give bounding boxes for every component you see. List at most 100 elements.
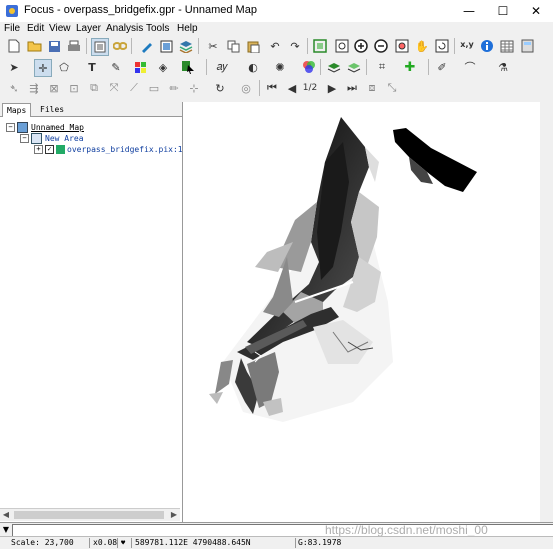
first-frame-icon[interactable]: ⏮ [264, 80, 280, 96]
edit-layer-icon[interactable] [138, 38, 154, 54]
link-icon[interactable] [112, 38, 128, 54]
map-properties-icon[interactable] [91, 38, 109, 56]
menu-analysis[interactable]: Analysis [106, 22, 143, 35]
vertex-move-icon[interactable]: ⇶ [26, 80, 42, 96]
curve-icon[interactable]: ⌒ [462, 59, 478, 75]
split-icon[interactable]: ⊠ [46, 80, 62, 96]
line-edit-icon[interactable]: ✐ [434, 59, 450, 75]
info-icon[interactable] [479, 38, 495, 54]
panel-hscrollbar[interactable]: ◀ ▶ [0, 508, 180, 521]
layer-stack-icon[interactable] [326, 59, 342, 75]
cut-icon[interactable]: ✂ [205, 38, 221, 54]
line-shape-icon[interactable]: ⟋ [126, 80, 142, 96]
select-arrow-icon[interactable]: ➤ [6, 59, 22, 75]
style-brush-icon[interactable]: ✎ [108, 59, 124, 75]
collapse-icon[interactable]: − [20, 134, 29, 143]
map-view[interactable] [183, 102, 540, 522]
toolbar-main: ✂ ↶ ↷ ✋ x,y [0, 36, 553, 56]
collapse-icon[interactable]: − [6, 123, 15, 132]
rotate-view-icon[interactable]: ↻ [212, 80, 228, 96]
scroll-right-icon[interactable]: ▶ [168, 509, 180, 521]
vector-edit-icon[interactable]: ⌗ [374, 59, 390, 75]
new-file-icon[interactable] [6, 38, 22, 54]
scroll-thumb[interactable] [14, 511, 164, 519]
area-icon [31, 133, 42, 144]
erase-shape-icon[interactable]: ▭ [146, 80, 162, 96]
print-icon[interactable] [66, 38, 82, 54]
zoom-out-icon[interactable] [373, 38, 389, 54]
polygon-icon[interactable]: ⬠ [56, 59, 72, 75]
rotate-shape-icon[interactable]: ⤧ [106, 80, 122, 96]
undo-icon[interactable]: ↶ [267, 38, 283, 54]
last-frame-icon[interactable]: ⏭ [344, 80, 360, 96]
zoom-in-icon[interactable] [353, 38, 369, 54]
tab-maps[interactable]: Maps [2, 103, 32, 117]
chevron-down-icon[interactable]: ▼ [0, 523, 12, 537]
copy-icon[interactable] [225, 38, 241, 54]
menu-view[interactable]: View [49, 22, 71, 35]
zoom-readout: x0.08 [90, 538, 118, 548]
scale-value: 23,700 [44, 538, 74, 547]
toolbar-vector: ➴ ⇶ ⊠ ⊡ ⧉ ⤧ ⟋ ▭ ✏ ⊹ ↻ ◎ ⏮ ◀ 1/2 ▶ ⏭ ⧈ ⤡ [0, 78, 553, 98]
fill-bucket-icon[interactable]: ◈ [155, 59, 171, 75]
maximize-button[interactable]: ☐ [486, 0, 520, 22]
rgb-icon[interactable] [301, 59, 317, 75]
title-bar: Focus - overpass_bridgefix.gpr - Unnamed… [0, 0, 553, 23]
tree-layer-label: overpass_bridgefix.pix:1. N [67, 145, 198, 154]
zoom-window-icon[interactable] [394, 38, 410, 54]
zoom-box-icon[interactable] [334, 38, 350, 54]
merge-icon[interactable]: ⊡ [66, 80, 82, 96]
menu-edit[interactable]: Edit [27, 22, 44, 35]
next-frame-icon[interactable]: ▶ [324, 80, 340, 96]
layers-icon[interactable] [178, 38, 194, 54]
tree-area[interactable]: − New Area [20, 133, 84, 144]
paste-icon[interactable] [245, 38, 261, 54]
layer-checkbox[interactable]: ✓ [45, 145, 54, 154]
expand-icon[interactable]: + [34, 145, 43, 154]
refresh-map-icon[interactable] [434, 38, 450, 54]
table-icon[interactable] [499, 38, 515, 54]
pencil-shape-icon[interactable]: ✏ [166, 80, 182, 96]
tree-root-label: Unnamed Map [31, 123, 84, 132]
menu-file[interactable]: File [4, 22, 20, 35]
add-point-icon[interactable]: ✚ [402, 59, 418, 75]
cross-pan-icon[interactable]: ✛ [34, 59, 52, 77]
prev-frame-icon[interactable]: ◀ [284, 80, 300, 96]
flicker-icon[interactable]: ⧈ [364, 80, 380, 96]
enhance-icon[interactable]: ✺ [272, 59, 288, 75]
histogram-icon[interactable]: 𝑎𝑦 [214, 59, 230, 75]
tab-files[interactable]: Files [36, 103, 68, 116]
contrast-icon[interactable]: ◐ [245, 59, 261, 75]
menu-tools[interactable]: Tools [146, 22, 169, 35]
vertex-select-icon[interactable]: ➴ [6, 80, 22, 96]
snap-icon[interactable]: ⊹ [186, 80, 202, 96]
layer-stack-green-icon[interactable] [346, 59, 362, 75]
cd-icon[interactable]: ◎ [238, 80, 254, 96]
palette-icon[interactable] [132, 59, 148, 75]
menu-help[interactable]: Help [177, 22, 198, 35]
half-speed-button[interactable]: 1/2 [302, 80, 318, 96]
zoom-extent-icon[interactable] [312, 38, 328, 54]
menu-layer[interactable]: Layer [76, 22, 101, 35]
tree-layer[interactable]: + ✓ overpass_bridgefix.pix:1. N [34, 144, 197, 155]
microscope-icon[interactable]: ⚗ [495, 59, 511, 75]
cursor-export-icon[interactable] [180, 59, 196, 75]
copy-shape-icon[interactable]: ⧉ [86, 80, 102, 96]
close-button[interactable]: ✕ [519, 0, 553, 22]
xy-small-icon[interactable]: ⤡ [384, 80, 400, 96]
text-tool-icon[interactable]: T [84, 59, 100, 75]
frame-icon[interactable] [158, 38, 174, 54]
calculator-icon[interactable] [519, 38, 535, 54]
minimize-button[interactable]: — [452, 0, 486, 22]
menu-bar: File Edit View Layer Analysis Tools Help [0, 22, 553, 36]
pan-hand-icon[interactable]: ✋ [414, 38, 430, 54]
save-icon[interactable] [46, 38, 62, 54]
tree-root[interactable]: − Unnamed Map [6, 122, 84, 133]
redo-icon[interactable]: ↷ [287, 38, 303, 54]
map-vscrollbar[interactable] [540, 102, 553, 522]
open-folder-icon[interactable] [26, 38, 42, 54]
scroll-left-icon[interactable]: ◀ [0, 509, 12, 521]
xy-coordinate-icon[interactable]: x,y [459, 37, 475, 53]
toolbar-edit: ➤ ✛ ⬠ T ✎ ◈ 𝑎𝑦 ◐ ✺ ⌗ ✚ ✐ ⌒ ⚗ [0, 57, 553, 77]
status-bar: Scale: 23,700 x0.08 ♥ 589781.112E 479048… [0, 536, 553, 549]
